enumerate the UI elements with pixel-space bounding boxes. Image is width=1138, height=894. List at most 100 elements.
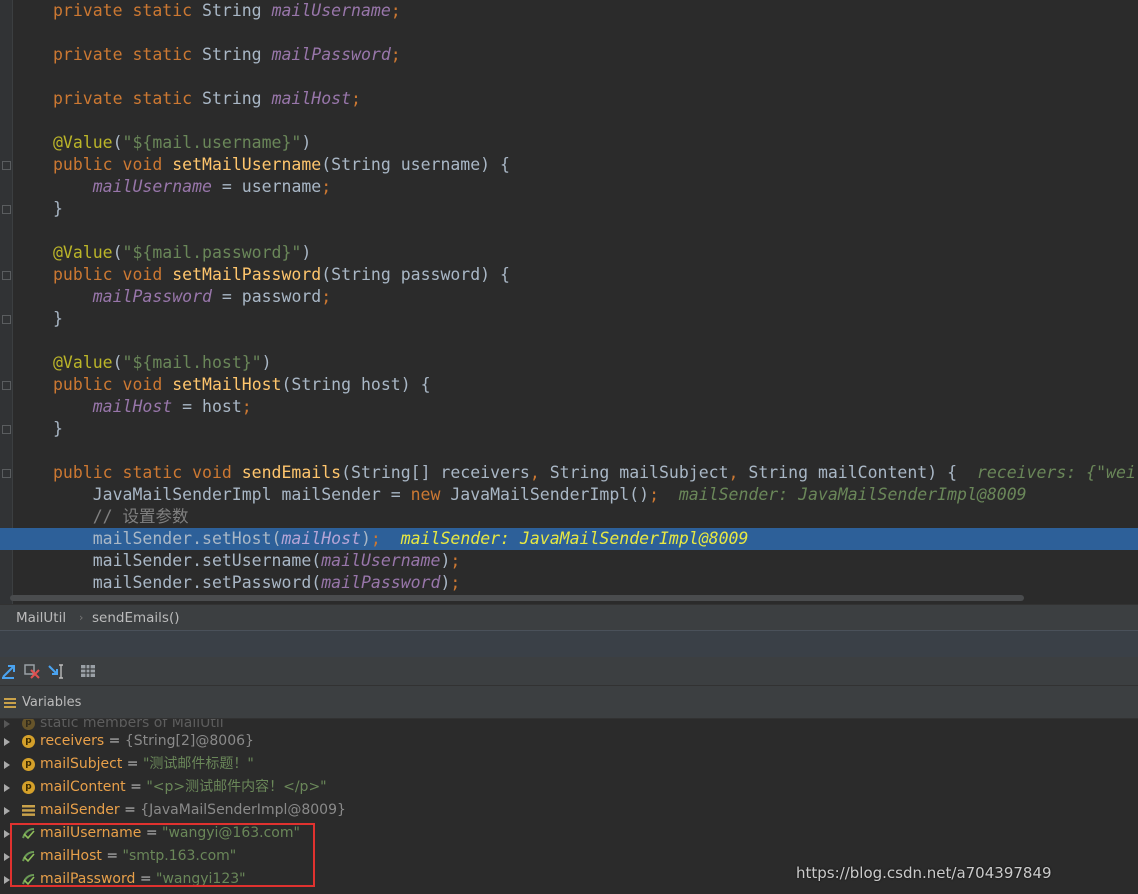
breadcrumb-method[interactable]: sendEmails() [92,610,180,626]
variable-text: receivers = {String[2]@8006} [40,730,254,753]
variable-value: {String[2]@8006} [124,733,254,749]
code-line[interactable]: public static void sendEmails(String[] r… [0,462,1138,484]
code-line[interactable]: private static String mailHost; [0,88,1138,110]
code-token: "${mail.password}" [122,243,302,262]
code-token: "${mail.username}" [122,133,302,152]
code-token: mailSender.setUsername( [53,551,322,570]
code-token: mailHost [281,529,361,548]
code-token: ; [321,287,332,306]
code-line[interactable]: @Value("${mail.password}") [0,242,1138,264]
code-line[interactable]: mailSender.setUsername(mailUsername); [0,550,1138,572]
code-token: ; [390,45,401,64]
code-token: JavaMailSenderImpl mailSender = [53,485,411,504]
code-token: ; [370,529,401,548]
expand-arrow-icon[interactable] [4,784,10,792]
code-token: public void [53,265,173,284]
code-line[interactable]: private static String mailPassword; [0,44,1138,66]
code-line-text: public void setMailPassword(String passw… [53,264,510,286]
code-token: mailPassword [92,287,212,306]
variables-list-icon [4,698,16,708]
code-token: = host [172,397,242,416]
code-token: String [202,45,272,64]
current-execution-line[interactable]: mailSender.setHost(mailHost); mailSender… [0,528,1138,550]
code-token: ( [112,353,123,372]
step-out-icon[interactable] [0,662,18,680]
code-token: (String username) { [321,155,510,174]
variable-value: {JavaMailSenderImpl@8009} [140,802,346,818]
breadcrumb-separator: › [79,611,84,624]
code-line[interactable]: JavaMailSenderImpl mailSender = new Java… [0,484,1138,506]
variable-text: mailContent = "<p>测试邮件内容！</p>" [40,776,327,799]
code-line-text: mailUsername = username; [53,176,331,198]
code-editor[interactable]: private static String mailUsername; priva… [0,0,1138,604]
code-token: ) [301,243,312,262]
breadcrumb-file[interactable]: MailUtil [16,610,66,626]
expand-arrow-icon[interactable] [4,761,10,769]
code-line-text: } [53,418,63,440]
code-token: mailUsername [92,177,212,196]
code-token: @Value [53,353,113,372]
code-line-text: private static String mailHost; [53,88,361,110]
code-token: ; [450,551,461,570]
variable-row-mailsubject[interactable]: p mailSubject = "测试邮件标题！" [0,753,1138,776]
inline-debug-value: receivers: {"wei [976,463,1136,482]
code-token: mailPassword [321,573,441,592]
variable-row-receivers[interactable]: p receivers = {String[2]@8006} [0,730,1138,753]
code-token: @Value [53,133,113,152]
code-line[interactable]: public void setMailHost(String host) { [0,374,1138,396]
run-to-cursor-icon[interactable] [47,662,65,680]
horizontal-scrollbar[interactable] [10,595,1024,601]
code-token: ; [649,485,679,504]
code-token: mailHost [92,397,173,416]
code-line-text: private static String mailUsername; [53,0,401,22]
code-line-text: JavaMailSenderImpl mailSender = new Java… [53,484,1027,506]
code-token: new [410,485,451,504]
code-line[interactable]: mailSender.setPassword(mailPassword); [0,572,1138,594]
code-line[interactable]: } [0,308,1138,330]
highlight-annotation [10,823,315,887]
code-token: public void [53,375,173,394]
code-line-text: // 设置参数 [53,506,189,528]
code-line-text: mailSender.setPassword(mailPassword); [53,572,461,594]
code-token: @Value [53,243,113,262]
code-token: } [53,419,63,438]
code-line[interactable]: public void setMailPassword(String passw… [0,264,1138,286]
code-token: mailHost [271,89,352,108]
code-line[interactable]: } [0,418,1138,440]
code-token: String mailSubject [549,463,729,482]
variable-row-mailsender[interactable]: mailSender = {JavaMailSenderImpl@8009} [0,799,1138,822]
code-line[interactable]: public void setMailUsername(String usern… [0,154,1138,176]
code-line[interactable]: mailUsername = username; [0,176,1138,198]
expand-arrow-icon[interactable] [4,807,10,815]
code-line[interactable]: @Value("${mail.host}") [0,352,1138,374]
expand-arrow-icon[interactable] [4,720,10,728]
code-line-text: public void setMailUsername(String usern… [53,154,510,176]
code-line[interactable]: private static String mailUsername; [0,0,1138,22]
code-line[interactable]: @Value("${mail.username}") [0,132,1138,154]
code-token: (String[] receivers [341,463,530,482]
evaluate-icon[interactable] [79,662,97,680]
expand-arrow-icon[interactable] [4,738,10,746]
code-token: private static [53,1,203,20]
code-line-text: @Value("${mail.host}") [53,352,272,374]
code-token: ; [321,177,332,196]
code-line-text: mailSender.setHost(mailHost); mailSender… [53,528,749,550]
mute-breakpoints-icon[interactable] [23,662,41,680]
code-token: ) [360,529,371,548]
code-token: ) [261,353,272,372]
code-line[interactable]: mailPassword = password; [0,286,1138,308]
code-token: String [202,89,272,108]
code-token: } [53,199,63,218]
code-line[interactable]: mailHost = host; [0,396,1138,418]
local-variable-icon [22,805,35,816]
code-line-text: } [53,198,63,220]
code-line[interactable]: // 设置参数 [0,506,1138,528]
variable-name: mailContent [40,779,126,795]
code-line[interactable]: } [0,198,1138,220]
code-token: private static [53,89,203,108]
code-token: (String password) { [321,265,510,284]
variable-row-mailcontent[interactable]: p mailContent = "<p>测试邮件内容！</p>" [0,776,1138,799]
code-line-text: @Value("${mail.password}") [53,242,311,264]
debug-toolbar [0,657,1138,686]
